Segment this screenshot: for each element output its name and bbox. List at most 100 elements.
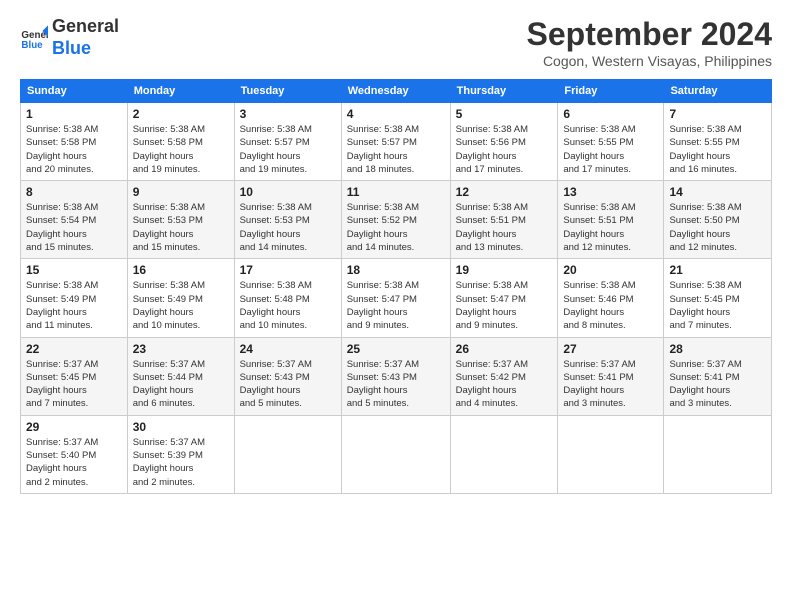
calendar-table: Sunday Monday Tuesday Wednesday Thursday… [20,79,772,494]
day-info: Sunrise: 5:38 AM Sunset: 5:49 PM Dayligh… [133,279,229,332]
day-number: 1 [26,107,122,121]
day-info: Sunrise: 5:38 AM Sunset: 5:52 PM Dayligh… [347,201,445,254]
day-number: 18 [347,263,445,277]
logo-line2: Blue [52,38,91,58]
table-row: 27 Sunrise: 5:37 AM Sunset: 5:41 PM Dayl… [558,337,664,415]
col-friday: Friday [558,80,664,103]
day-number: 22 [26,342,122,356]
day-number: 9 [133,185,229,199]
col-wednesday: Wednesday [341,80,450,103]
col-tuesday: Tuesday [234,80,341,103]
day-info: Sunrise: 5:38 AM Sunset: 5:53 PM Dayligh… [240,201,336,254]
day-number: 11 [347,185,445,199]
col-monday: Monday [127,80,234,103]
table-row: 15 Sunrise: 5:38 AM Sunset: 5:49 PM Dayl… [21,259,128,337]
table-row: 19 Sunrise: 5:38 AM Sunset: 5:47 PM Dayl… [450,259,558,337]
table-row: 1 Sunrise: 5:38 AM Sunset: 5:58 PM Dayli… [21,103,128,181]
day-info: Sunrise: 5:38 AM Sunset: 5:47 PM Dayligh… [456,279,553,332]
table-row: 12 Sunrise: 5:38 AM Sunset: 5:51 PM Dayl… [450,181,558,259]
day-number: 23 [133,342,229,356]
table-row: 2 Sunrise: 5:38 AM Sunset: 5:58 PM Dayli… [127,103,234,181]
day-number: 13 [563,185,658,199]
day-number: 24 [240,342,336,356]
day-number: 14 [669,185,766,199]
table-row: 21 Sunrise: 5:38 AM Sunset: 5:45 PM Dayl… [664,259,772,337]
calendar-header-row: Sunday Monday Tuesday Wednesday Thursday… [21,80,772,103]
day-info: Sunrise: 5:38 AM Sunset: 5:55 PM Dayligh… [563,123,658,176]
calendar-week-4: 22 Sunrise: 5:37 AM Sunset: 5:45 PM Dayl… [21,337,772,415]
table-row: 23 Sunrise: 5:37 AM Sunset: 5:44 PM Dayl… [127,337,234,415]
day-number: 27 [563,342,658,356]
table-row [664,415,772,493]
day-number: 10 [240,185,336,199]
day-number: 25 [347,342,445,356]
table-row: 13 Sunrise: 5:38 AM Sunset: 5:51 PM Dayl… [558,181,664,259]
month-title: September 2024 [527,16,772,53]
day-info: Sunrise: 5:37 AM Sunset: 5:43 PM Dayligh… [240,358,336,411]
table-row [341,415,450,493]
day-info: Sunrise: 5:38 AM Sunset: 5:46 PM Dayligh… [563,279,658,332]
calendar-week-3: 15 Sunrise: 5:38 AM Sunset: 5:49 PM Dayl… [21,259,772,337]
day-info: Sunrise: 5:37 AM Sunset: 5:44 PM Dayligh… [133,358,229,411]
day-info: Sunrise: 5:38 AM Sunset: 5:51 PM Dayligh… [456,201,553,254]
day-number: 15 [26,263,122,277]
day-info: Sunrise: 5:37 AM Sunset: 5:41 PM Dayligh… [563,358,658,411]
day-info: Sunrise: 5:38 AM Sunset: 5:56 PM Dayligh… [456,123,553,176]
logo: General Blue General Blue [20,16,119,59]
day-number: 28 [669,342,766,356]
table-row: 14 Sunrise: 5:38 AM Sunset: 5:50 PM Dayl… [664,181,772,259]
table-row: 17 Sunrise: 5:38 AM Sunset: 5:48 PM Dayl… [234,259,341,337]
day-info: Sunrise: 5:37 AM Sunset: 5:40 PM Dayligh… [26,436,122,489]
day-info: Sunrise: 5:38 AM Sunset: 5:58 PM Dayligh… [133,123,229,176]
table-row: 16 Sunrise: 5:38 AM Sunset: 5:49 PM Dayl… [127,259,234,337]
day-info: Sunrise: 5:38 AM Sunset: 5:50 PM Dayligh… [669,201,766,254]
day-info: Sunrise: 5:38 AM Sunset: 5:48 PM Dayligh… [240,279,336,332]
table-row: 10 Sunrise: 5:38 AM Sunset: 5:53 PM Dayl… [234,181,341,259]
day-info: Sunrise: 5:37 AM Sunset: 5:41 PM Dayligh… [669,358,766,411]
day-number: 7 [669,107,766,121]
day-info: Sunrise: 5:38 AM Sunset: 5:51 PM Dayligh… [563,201,658,254]
day-info: Sunrise: 5:38 AM Sunset: 5:57 PM Dayligh… [240,123,336,176]
day-number: 21 [669,263,766,277]
logo-line1: General [52,16,119,36]
day-info: Sunrise: 5:37 AM Sunset: 5:42 PM Dayligh… [456,358,553,411]
day-info: Sunrise: 5:38 AM Sunset: 5:45 PM Dayligh… [669,279,766,332]
table-row: 20 Sunrise: 5:38 AM Sunset: 5:46 PM Dayl… [558,259,664,337]
day-number: 26 [456,342,553,356]
col-sunday: Sunday [21,80,128,103]
day-number: 2 [133,107,229,121]
table-row: 11 Sunrise: 5:38 AM Sunset: 5:52 PM Dayl… [341,181,450,259]
subtitle: Cogon, Western Visayas, Philippines [527,53,772,69]
table-row: 8 Sunrise: 5:38 AM Sunset: 5:54 PM Dayli… [21,181,128,259]
table-row: 5 Sunrise: 5:38 AM Sunset: 5:56 PM Dayli… [450,103,558,181]
day-info: Sunrise: 5:37 AM Sunset: 5:45 PM Dayligh… [26,358,122,411]
table-row: 7 Sunrise: 5:38 AM Sunset: 5:55 PM Dayli… [664,103,772,181]
table-row: 26 Sunrise: 5:37 AM Sunset: 5:42 PM Dayl… [450,337,558,415]
table-row: 22 Sunrise: 5:37 AM Sunset: 5:45 PM Dayl… [21,337,128,415]
table-row [450,415,558,493]
day-info: Sunrise: 5:38 AM Sunset: 5:58 PM Dayligh… [26,123,122,176]
day-number: 12 [456,185,553,199]
table-row: 29 Sunrise: 5:37 AM Sunset: 5:40 PM Dayl… [21,415,128,493]
table-row [558,415,664,493]
table-row: 18 Sunrise: 5:38 AM Sunset: 5:47 PM Dayl… [341,259,450,337]
table-row: 6 Sunrise: 5:38 AM Sunset: 5:55 PM Dayli… [558,103,664,181]
calendar-week-5: 29 Sunrise: 5:37 AM Sunset: 5:40 PM Dayl… [21,415,772,493]
day-number: 6 [563,107,658,121]
table-row: 30 Sunrise: 5:37 AM Sunset: 5:39 PM Dayl… [127,415,234,493]
day-info: Sunrise: 5:38 AM Sunset: 5:47 PM Dayligh… [347,279,445,332]
day-number: 4 [347,107,445,121]
day-number: 19 [456,263,553,277]
day-info: Sunrise: 5:38 AM Sunset: 5:49 PM Dayligh… [26,279,122,332]
logo-text: General Blue [52,16,119,59]
day-number: 17 [240,263,336,277]
day-number: 8 [26,185,122,199]
day-info: Sunrise: 5:38 AM Sunset: 5:54 PM Dayligh… [26,201,122,254]
day-number: 29 [26,420,122,434]
day-number: 5 [456,107,553,121]
day-info: Sunrise: 5:38 AM Sunset: 5:53 PM Dayligh… [133,201,229,254]
col-saturday: Saturday [664,80,772,103]
logo-icon: General Blue [20,24,48,52]
col-thursday: Thursday [450,80,558,103]
table-row: 25 Sunrise: 5:37 AM Sunset: 5:43 PM Dayl… [341,337,450,415]
